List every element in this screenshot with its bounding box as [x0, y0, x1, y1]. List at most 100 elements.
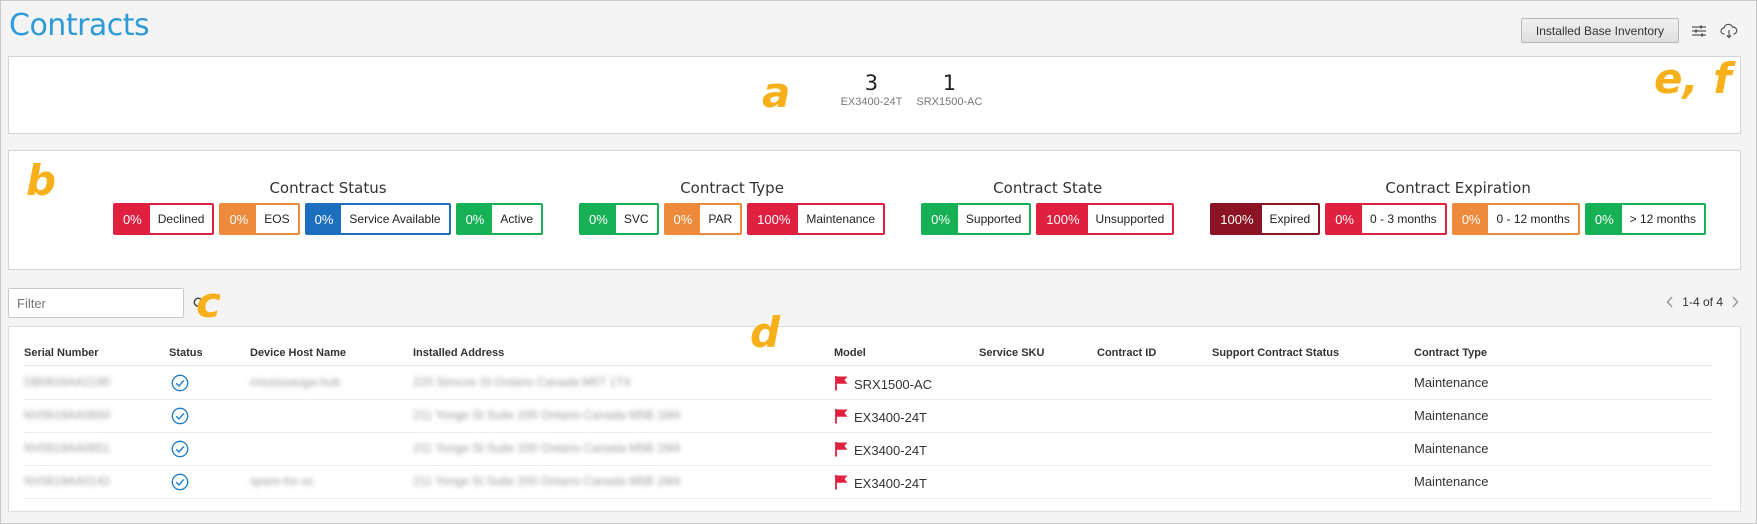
model-name: EX3400-24T [854, 410, 927, 425]
filter-group-title: Contract Type [680, 179, 784, 197]
filter-chip-12-months[interactable]: 0% > 12 months [1584, 203, 1707, 235]
chip-label: Supported [957, 205, 1030, 233]
serial-number: DB0816AA2190 [24, 375, 111, 389]
filter-chip-0-12-months[interactable]: 0% 0 - 12 months [1451, 203, 1580, 235]
filter-chips: 100% Expired 0% 0 - 3 months 0% 0 - 12 months… [1210, 203, 1707, 235]
flag-icon [834, 408, 849, 427]
check-circle-icon [171, 473, 189, 494]
chip-label: Expired [1261, 205, 1319, 233]
check-circle-icon [171, 407, 189, 428]
chip-percentage: 0% [665, 205, 701, 233]
pagination: 1-4 of 4 [1666, 295, 1739, 309]
contract-filters-panel: Contract Status 0% Declined 0% EOS 0% Service … [8, 150, 1741, 270]
marker-a: a [762, 68, 791, 117]
device-count-item[interactable]: 1 SRX1500-AC [916, 71, 982, 108]
device-host-name: mississauga-hub [250, 375, 341, 389]
serial-number: NV0619AA0651 [24, 441, 111, 455]
chip-label: EOS [256, 205, 298, 233]
header-divider [24, 365, 1712, 366]
chip-percentage: 0% [221, 205, 257, 233]
column-header[interactable]: Contract ID [1097, 347, 1156, 359]
filter-field [8, 288, 206, 318]
filter-group: Contract Expiration 100% Expired 0% 0 - 3 mo… [1210, 179, 1707, 235]
filter-chip-service-available[interactable]: 0% Service Available [304, 203, 451, 235]
column-header[interactable]: Installed Address [413, 347, 504, 359]
filter-chip-maintenance[interactable]: 100% Maintenance [747, 203, 886, 235]
filter-chips: 0% SVC 0% PAR 100% Maintenance [579, 203, 886, 235]
chip-percentage: 0% [306, 205, 342, 233]
filter-chip-eos[interactable]: 0% EOS [219, 203, 300, 235]
column-header[interactable]: Service SKU [979, 347, 1044, 359]
model-cell: EX3400-24T [834, 408, 927, 427]
flag-icon [834, 474, 849, 493]
pagination-text: 1-4 of 4 [1682, 295, 1723, 309]
chip-label: SVC [615, 205, 657, 233]
cloud-download-icon[interactable] [1719, 21, 1739, 41]
chip-label: PAR [700, 205, 741, 233]
contract-type: Maintenance [1414, 474, 1489, 489]
marker-d: d [750, 308, 781, 357]
device-host-name: spare-for-sc [250, 474, 315, 488]
installed-base-inventory-button[interactable]: Installed Base Inventory [1520, 18, 1679, 43]
model-cell: EX3400-24T [834, 474, 927, 493]
chevron-right-icon[interactable] [1731, 296, 1739, 308]
filter-chips: 0% Supported 100% Unsupported [921, 203, 1175, 235]
check-circle-icon [171, 374, 189, 395]
filter-chip-par[interactable]: 0% PAR [663, 203, 743, 235]
chip-percentage: 0% [1453, 205, 1489, 233]
device-count-item[interactable]: 3 EX3400-24T [841, 71, 903, 108]
chip-label: Active [492, 205, 542, 233]
filter-group-title: Contract State [993, 179, 1103, 197]
filter-input[interactable] [9, 289, 193, 317]
chip-percentage: 0% [1586, 205, 1622, 233]
chip-percentage: 0% [457, 205, 493, 233]
column-header[interactable]: Status [169, 347, 203, 359]
column-header[interactable]: Device Host Name [250, 347, 346, 359]
column-header[interactable]: Model [834, 347, 866, 359]
device-model: SRX1500-AC [916, 96, 983, 109]
table-row[interactable]: NV0619AA0651 211 Yonge St Suite 200 Ontar… [24, 433, 1712, 466]
installed-address: 220 Simcoe St Ontario Canada M5T 1T4 [413, 375, 631, 389]
device-model: EX3400-24T [840, 96, 903, 109]
page-title: Contracts [9, 8, 150, 43]
filter-chip-active[interactable]: 0% Active [455, 203, 544, 235]
filter-group: Contract State 0% Supported 100% Unsupported [921, 179, 1175, 235]
device-count: 3 [864, 71, 879, 95]
column-header[interactable]: Contract Type [1414, 347, 1487, 359]
table-row[interactable]: NV0619AA0142 spare-for-sc 211 Yonge St Sui… [24, 466, 1712, 499]
filter-groups: Contract Status 0% Declined 0% EOS 0% Service … [9, 179, 1740, 235]
chip-percentage: 100% [749, 205, 799, 233]
marker-c: c [196, 278, 221, 327]
contract-type: Maintenance [1414, 408, 1489, 423]
filter-chip-0-3-months[interactable]: 0% 0 - 3 months [1325, 203, 1447, 235]
filter-chip-expired[interactable]: 100% Expired [1210, 203, 1321, 235]
chip-label: 0 - 3 months [1361, 205, 1445, 233]
chip-label: Service Available [341, 205, 449, 233]
model-name: SRX1500-AC [854, 377, 933, 392]
chip-percentage: 0% [114, 205, 150, 233]
filter-chip-supported[interactable]: 0% Supported [921, 203, 1032, 235]
chip-percentage: 100% [1212, 205, 1262, 233]
model-cell: SRX1500-AC [834, 375, 932, 394]
installed-address: 211 Yonge St Suite 200 Ontario Canada M5… [413, 441, 681, 455]
chip-label: Declined [149, 205, 213, 233]
contracts-table: Serial Number Status Device Host Name Insta… [8, 326, 1741, 512]
filter-chip-unsupported[interactable]: 100% Unsupported [1036, 203, 1175, 235]
sliders-icon[interactable] [1689, 21, 1709, 41]
column-header[interactable]: Support Contract Status [1212, 347, 1339, 359]
top-actions: Installed Base Inventory [1520, 18, 1739, 43]
chevron-left-icon[interactable] [1666, 296, 1674, 308]
installed-address: 211 Yonge St Suite 200 Ontario Canada M5… [413, 408, 681, 422]
check-circle-icon [171, 440, 189, 461]
filter-chip-svc[interactable]: 0% SVC [579, 203, 659, 235]
chip-percentage: 0% [581, 205, 616, 233]
filter-group: Contract Type 0% SVC 0% PAR 100% Maintenance [579, 179, 886, 235]
column-header[interactable]: Serial Number [24, 347, 99, 359]
table-row[interactable]: DB0816AA2190 mississauga-hub 220 Simcoe St… [24, 367, 1712, 400]
table-header: Serial Number Status Device Host Name Insta… [9, 327, 1740, 367]
chip-percentage: 0% [923, 205, 958, 233]
summary-items: 3 EX3400-24T 1 SRX1500-AC [9, 71, 1740, 108]
contract-type: Maintenance [1414, 375, 1489, 390]
filter-chip-declined[interactable]: 0% Declined [112, 203, 215, 235]
table-row[interactable]: NV0619AA0650 211 Yonge St Suite 200 Ontar… [24, 400, 1712, 433]
